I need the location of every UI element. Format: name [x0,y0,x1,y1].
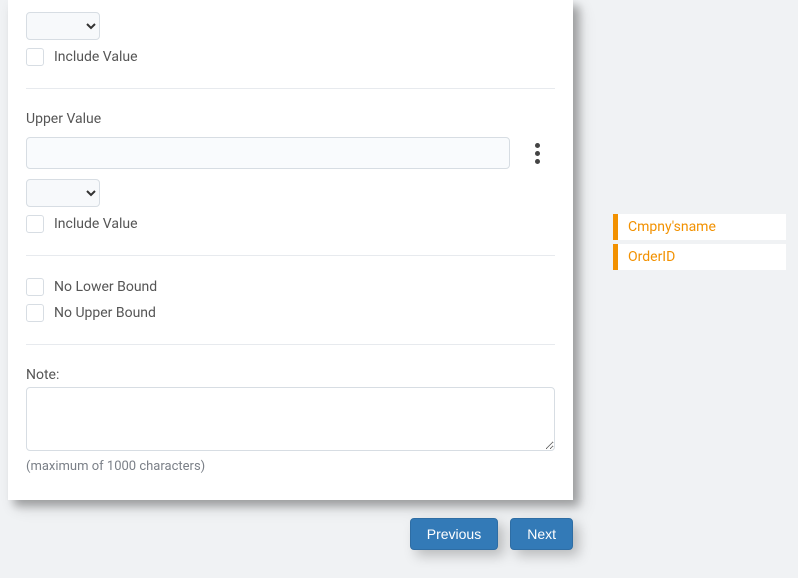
right-column: Cmpny'sname OrderID [613,0,786,566]
bounds-section: No Lower Bound No Upper Bound [26,270,555,330]
divider [26,88,555,89]
sidebar-item-label: Cmpny'sname [628,219,716,235]
page-wrap: Include Value Upper Value [0,0,798,578]
upper-value-input-row [26,137,555,169]
divider [26,255,555,256]
no-lower-bound-label: No Lower Bound [54,279,157,295]
main-layout: Include Value Upper Value [8,0,786,566]
no-upper-bound-checkbox[interactable] [26,304,44,322]
no-lower-bound-checkbox[interactable] [26,278,44,296]
include-value-2-label: Include Value [54,216,138,232]
upper-relation-select[interactable] [26,179,100,207]
no-lower-bound-row: No Lower Bound [26,278,555,296]
previous-button[interactable]: Previous [410,518,498,550]
upper-value-input[interactable] [26,137,510,169]
note-label: Note: [26,367,555,383]
divider [26,344,555,345]
next-button[interactable]: Next [510,518,573,550]
sidebar-item-label: OrderID [628,249,675,265]
sidebar-list: Cmpny'sname OrderID [613,214,786,270]
include-value-2-row: Include Value [26,215,555,233]
note-section: Note: (maximum of 1000 characters) [26,359,555,482]
more-actions-icon[interactable] [528,141,546,165]
lower-relation-select[interactable] [26,12,100,40]
sidebar-item-cmpnysname[interactable]: Cmpny'sname [613,214,786,240]
left-column: Include Value Upper Value [8,0,573,566]
note-textarea[interactable] [26,387,555,451]
include-value-1-row: Include Value [26,48,555,66]
no-upper-bound-label: No Upper Bound [54,305,156,321]
note-hint: (maximum of 1000 characters) [26,459,555,474]
form-panel: Include Value Upper Value [8,0,573,500]
no-upper-bound-row: No Upper Bound [26,304,555,322]
include-value-1-checkbox[interactable] [26,48,44,66]
include-value-2-checkbox[interactable] [26,215,44,233]
upper-value-label: Upper Value [26,111,555,127]
lower-include-section: Include Value [26,4,555,74]
sidebar-item-orderid[interactable]: OrderID [613,244,786,270]
include-value-1-label: Include Value [54,49,138,65]
upper-value-section: Upper Value Include Value [26,103,555,241]
wizard-buttons: Previous Next [8,518,573,550]
